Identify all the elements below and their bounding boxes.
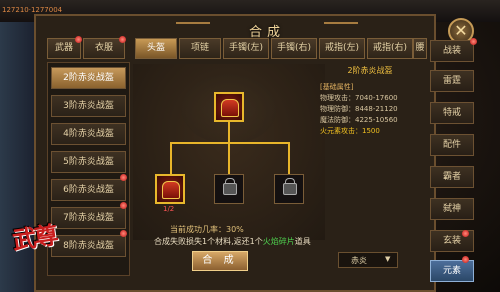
helmet-icon [221, 99, 239, 117]
tab-accessory[interactable]: 配件 [430, 134, 474, 156]
badge-dot [120, 202, 127, 209]
tab-element[interactable]: 元素 [430, 260, 474, 282]
category-tabs: 战装 雷霆 特戒 配件 霸者 弑神 玄装 元素 [430, 38, 475, 292]
badge-dot [75, 36, 82, 43]
tab-special-ring[interactable]: 特戒 [430, 102, 474, 124]
title-ornament-left [176, 22, 210, 38]
list-item[interactable]: 4阶赤炎战盔 [51, 123, 126, 145]
connector-line [170, 142, 290, 144]
tab-battle-gear[interactable]: 战装 [430, 40, 474, 62]
combine-area: 1/2 [133, 64, 325, 240]
success-rate: 当前成功几率：30% [170, 225, 244, 234]
connector-line [170, 142, 172, 174]
equipment-tabs: 武器 衣服 头盔 项链 手镯(左) 手镯(右) 戒指(左) 戒指(右) [47, 36, 417, 60]
badge-dot [120, 174, 127, 181]
tab-ring-left[interactable]: 戒指(左) [319, 38, 365, 59]
tab-bracelet-right[interactable]: 手镯(右) [271, 38, 317, 59]
fragment-name: 火焰碎片 [262, 237, 295, 246]
tab-belt[interactable]: 腰 [413, 38, 427, 59]
badge-dot [462, 230, 469, 237]
list-item[interactable]: 5阶赤炎战盔 [51, 151, 126, 173]
helmet-icon [162, 181, 180, 199]
tab-bracelet-left[interactable]: 手镯(左) [223, 38, 269, 59]
title-ornament-right [324, 22, 358, 38]
list-item[interactable]: 2阶赤炎战盔 [51, 67, 126, 89]
item-name: 2阶赤炎战盔 [347, 66, 393, 75]
info-line: 物理防御：8448-21120 [320, 105, 398, 113]
top-hud-text: 127210·1277004 [2, 6, 63, 14]
tab-helmet[interactable]: 头盔 [135, 38, 177, 59]
result-slot[interactable] [214, 92, 244, 122]
tab-thunder[interactable]: 雷霆 [430, 70, 474, 92]
list-item[interactable]: 3阶赤炎战盔 [51, 95, 126, 117]
locked-slot [274, 174, 304, 204]
series-dropdown[interactable]: 赤炎 ▼ [338, 252, 398, 268]
title-bar: 合成 [176, 18, 358, 40]
badge-dot [462, 256, 469, 263]
logo-text: 武尊 [10, 220, 59, 255]
info-line: 物理攻击：7040-17600 [320, 94, 398, 102]
item-info-panel: 2阶赤炎战盔 [基础属性] 物理攻击：7040-17600 物理防御：8448-… [318, 64, 422, 240]
material-quantity: 1/2 [163, 205, 175, 213]
info-line: 火元素攻击：1500 [320, 127, 380, 135]
chevron-down-icon: ▼ [385, 255, 391, 263]
combine-button[interactable]: 合 成 [192, 251, 248, 271]
tab-overlord[interactable]: 霸者 [430, 166, 474, 188]
game-logo: 武尊 [4, 200, 100, 280]
connector-line [288, 142, 290, 174]
connector-line [228, 142, 230, 174]
tab-ring-right[interactable]: 戒指(右) [367, 38, 413, 59]
dropdown-value: 赤炎 [351, 256, 367, 265]
badge-dot [119, 36, 126, 43]
info-line: 魔法防御：4225-10560 [320, 116, 398, 124]
failure-note: 合成失败损失1个材料,返还1个火焰碎片道具 [154, 237, 311, 246]
badge-dot [120, 230, 127, 237]
lock-icon [283, 183, 297, 195]
list-item[interactable]: 6阶赤炎战盔 [51, 179, 126, 201]
lock-icon [223, 183, 237, 195]
badge-dot [470, 38, 477, 45]
locked-slot [214, 174, 244, 204]
info-line: [基础属性] [320, 83, 354, 91]
connector-line [228, 122, 230, 142]
material-slot[interactable] [155, 174, 185, 204]
tab-necklace[interactable]: 项链 [179, 38, 221, 59]
tab-godslayer[interactable]: 弑神 [430, 198, 474, 220]
